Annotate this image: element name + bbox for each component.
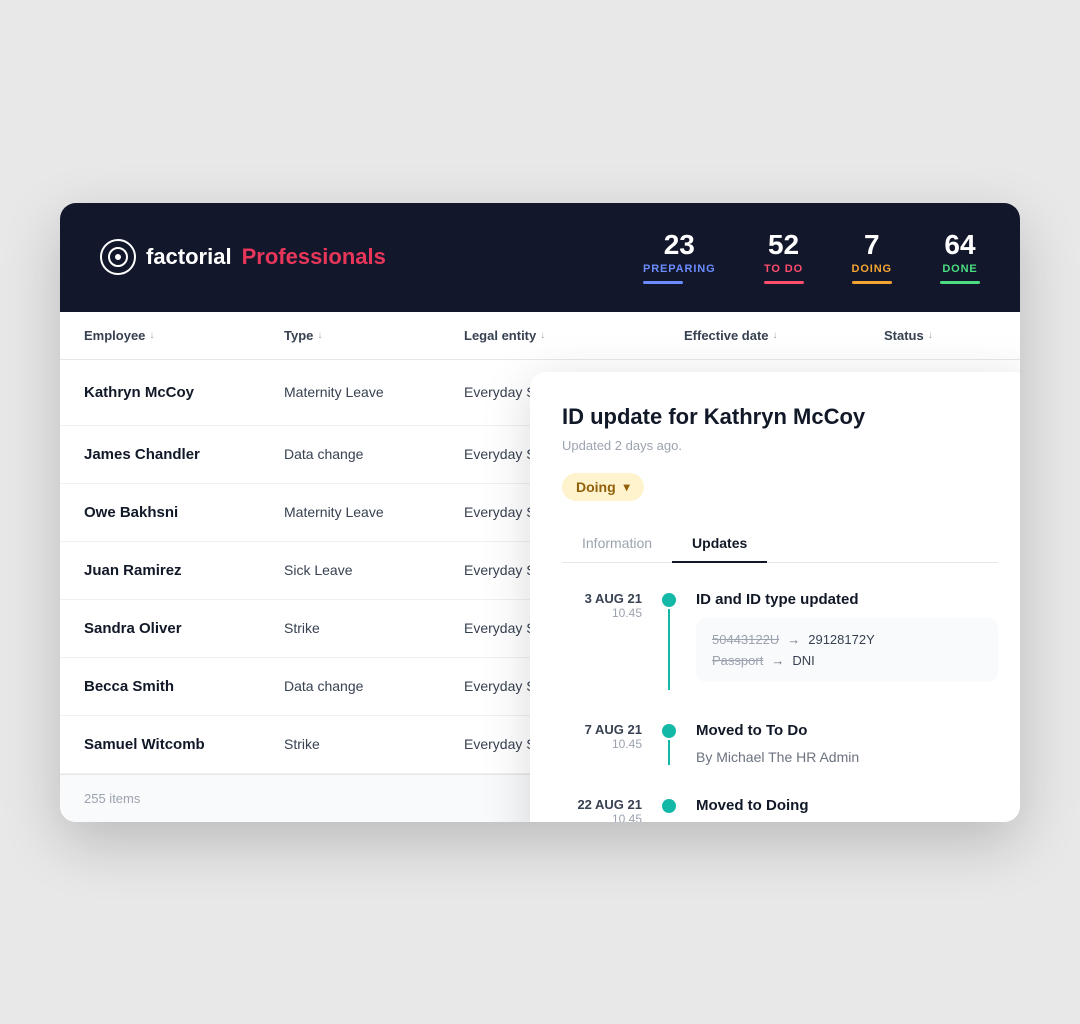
timeline-line-0 [668, 609, 670, 690]
side-panel: ID update for Kathryn McCoy Updated 2 da… [530, 372, 1020, 822]
col-status[interactable]: Status ↓ [884, 328, 1020, 343]
timeline-left-0: 3 AUG 21 10.45 [562, 591, 642, 690]
arrow-icon-2: → [771, 653, 784, 668]
cell-employee-2: Owe Bakhsni [84, 504, 284, 521]
timeline-item-1: 7 AUG 21 10.45 Moved to To Do By Michael… [562, 722, 998, 765]
stat-preparing: 23 PREPARING [643, 231, 716, 284]
sort-icon-date: ↓ [773, 330, 778, 341]
cell-type-2: Maternity Leave [284, 504, 464, 520]
sort-icon-employee: ↓ [149, 330, 154, 341]
panel-subtitle: Updated 2 days ago. [562, 438, 998, 453]
change-row-type: Passport → DNI [712, 653, 982, 668]
factorial-logo-icon [100, 239, 136, 275]
cell-employee-3: Juan Ramirez [84, 562, 284, 579]
stat-bar-todo [764, 281, 804, 284]
timeline-time-1: 10.45 [562, 737, 642, 751]
cell-type-4: Strike [284, 620, 464, 636]
timeline-left-1: 7 AUG 21 10.45 [562, 722, 642, 765]
col-employee[interactable]: Employee ↓ [84, 328, 284, 343]
cell-type-6: Strike [284, 736, 464, 752]
sort-icon-type: ↓ [317, 330, 322, 341]
cell-type-1: Data change [284, 446, 464, 462]
timeline-event-0: ID and ID type updated [696, 591, 998, 608]
app-container: factorial Professionals 23 PREPARING 52 … [60, 203, 1020, 822]
timeline-date-2: 22 AUG 21 [562, 797, 642, 812]
cell-employee-0: Kathryn McCoy [84, 384, 284, 401]
col-type[interactable]: Type ↓ [284, 328, 464, 343]
stat-number-preparing: 23 [643, 231, 716, 259]
table-header: Employee ↓ Type ↓ Legal entity ↓ Effecti… [60, 312, 1020, 360]
timeline-item-2: 22 AUG 21 10.45 Moved to Doing By Hellen… [562, 797, 998, 822]
stat-label-doing: DOING [852, 263, 892, 275]
timeline-content-1: Moved to To Do By Michael The HR Admin [696, 722, 998, 765]
cell-employee-6: Samuel Witcomb [84, 736, 284, 753]
timeline-dot-1 [662, 724, 676, 738]
table-area: Employee ↓ Type ↓ Legal entity ↓ Effecti… [60, 312, 1020, 822]
sort-icon-entity: ↓ [540, 330, 545, 341]
new-type: DNI [792, 653, 814, 668]
timeline-date-0: 3 AUG 21 [562, 591, 642, 606]
stat-bar-preparing [643, 281, 683, 284]
cell-type-0: Maternity Leave [284, 384, 464, 400]
timeline-time-0: 10.45 [562, 606, 642, 620]
stat-number-todo: 52 [764, 231, 804, 259]
timeline-connector-2 [662, 797, 676, 822]
stat-label-preparing: PREPARING [643, 263, 716, 275]
timeline-connector-1 [662, 722, 676, 765]
timeline-event-1: Moved to To Do [696, 722, 998, 739]
stat-bar-doing [852, 281, 892, 284]
cell-employee-5: Becca Smith [84, 678, 284, 695]
col-date[interactable]: Effective date ↓ [684, 328, 884, 343]
timeline-left-2: 22 AUG 21 10.45 [562, 797, 642, 822]
tab-information[interactable]: Information [562, 525, 672, 563]
stat-label-todo: TO DO [764, 263, 804, 275]
logo-text-factorial: factorial [146, 244, 232, 270]
timeline-time-2: 10.45 [562, 812, 642, 822]
logo-text-professionals: Professionals [242, 244, 386, 270]
arrow-icon: → [787, 632, 800, 647]
stat-number-doing: 7 [852, 231, 892, 259]
col-entity[interactable]: Legal entity ↓ [464, 328, 684, 343]
timeline: 3 AUG 21 10.45 ID and ID type updated 50… [562, 591, 998, 822]
timeline-dot-0 [662, 593, 676, 607]
stat-done: 64 DONE [940, 231, 980, 284]
status-dropdown[interactable]: Doing ▾ [562, 473, 644, 501]
stat-number-done: 64 [940, 231, 980, 259]
panel-tabs: Information Updates [562, 525, 998, 563]
stat-bar-done [940, 281, 980, 284]
logo: factorial Professionals [100, 239, 386, 275]
new-id: 29128172Y [808, 632, 875, 647]
panel-title: ID update for Kathryn McCoy [562, 404, 998, 430]
change-card-0: 50443122U → 29128172Y Passport → DNI [696, 618, 998, 682]
chevron-down-icon: ▾ [624, 480, 630, 494]
timeline-line-1 [668, 740, 670, 765]
timeline-item-0: 3 AUG 21 10.45 ID and ID type updated 50… [562, 591, 998, 690]
timeline-dot-2 [662, 799, 676, 813]
tab-updates[interactable]: Updates [672, 525, 767, 563]
cell-type-3: Sick Leave [284, 562, 464, 578]
timeline-content-2: Moved to Doing By Hellen The Bookkeeper [696, 797, 998, 822]
cell-type-5: Data change [284, 678, 464, 694]
timeline-event-2: Moved to Doing [696, 797, 998, 814]
old-type: Passport [712, 653, 763, 668]
stat-doing: 7 DOING [852, 231, 892, 284]
header-stats: 23 PREPARING 52 TO DO 7 DOING 64 DONE [643, 231, 980, 284]
timeline-connector-0 [662, 591, 676, 690]
items-count: 255 items [84, 791, 140, 806]
timeline-content-0: ID and ID type updated 50443122U → 29128… [696, 591, 998, 690]
sort-icon-status: ↓ [928, 330, 933, 341]
stat-label-done: DONE [940, 263, 980, 275]
timeline-desc-1: By Michael The HR Admin [696, 749, 998, 765]
change-row-id: 50443122U → 29128172Y [712, 632, 982, 647]
cell-employee-4: Sandra Oliver [84, 620, 284, 637]
stat-todo: 52 TO DO [764, 231, 804, 284]
status-doing-label: Doing [576, 479, 616, 495]
cell-employee-1: James Chandler [84, 446, 284, 463]
old-id: 50443122U [712, 632, 779, 647]
timeline-date-1: 7 AUG 21 [562, 722, 642, 737]
header: factorial Professionals 23 PREPARING 52 … [60, 203, 1020, 312]
